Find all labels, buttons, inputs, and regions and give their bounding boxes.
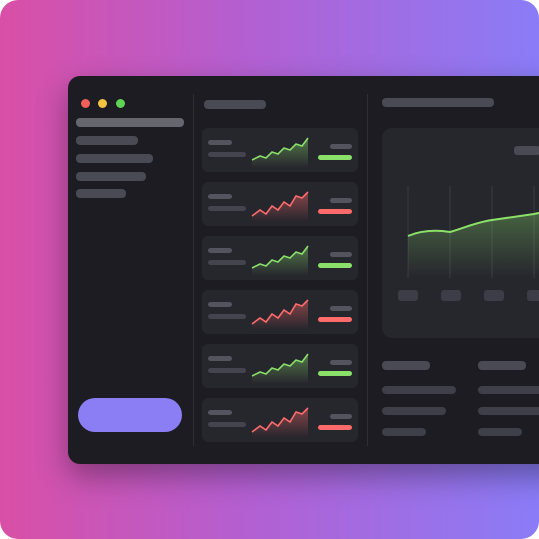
sparkline [251,407,309,438]
asset-value-placeholder [330,360,352,365]
asset-name-placeholder [208,248,232,253]
asset-name-placeholder [208,140,232,145]
stat-line [382,386,456,394]
close-window-dot[interactable] [81,99,90,108]
asset-sub-placeholder [208,206,246,211]
trend-up-indicator [318,155,352,160]
sidebar-item[interactable] [76,136,138,145]
x-axis-tick [527,290,539,301]
asset-name-placeholder [208,410,232,415]
asset-row[interactable] [202,398,358,442]
background-gradient [0,0,539,539]
primary-action-button[interactable] [78,398,182,432]
main-chart-card [382,128,539,338]
sidebar-item[interactable] [76,154,153,163]
stat-heading [478,361,526,370]
x-axis-tick [484,290,504,301]
asset-row[interactable] [202,236,358,280]
asset-row[interactable] [202,344,358,388]
list-title [204,100,266,109]
main-chart-area [408,212,539,278]
zoom-window-dot[interactable] [116,99,125,108]
stat-line [478,428,522,436]
x-axis-tick [441,290,461,301]
sidebar-item-active[interactable] [76,118,184,127]
asset-row[interactable] [202,290,358,334]
asset-value-placeholder [330,252,352,257]
list-divider [367,94,368,446]
asset-value-placeholder [330,144,352,149]
asset-row[interactable] [202,128,358,172]
asset-value-placeholder [330,306,352,311]
x-axis-tick [398,290,418,301]
asset-name-placeholder [208,302,232,307]
sparkline [251,191,309,222]
asset-sub-placeholder [208,368,246,373]
asset-value-placeholder [330,414,352,419]
stat-line [478,386,539,394]
asset-row[interactable] [202,182,358,226]
sidebar-divider [193,94,194,446]
trend-up-indicator [318,263,352,268]
sidebar-item[interactable] [76,172,146,181]
chart-range-selector[interactable] [514,146,539,155]
stat-line [382,407,446,415]
stat-heading [382,361,430,370]
sparkline [251,299,309,330]
asset-sub-placeholder [208,260,246,265]
sparkline [251,245,309,276]
asset-sub-placeholder [208,422,246,427]
trend-down-indicator [318,209,352,214]
sidebar-item[interactable] [76,189,126,198]
asset-sub-placeholder [208,152,246,157]
trend-down-indicator [318,425,352,430]
trend-down-indicator [318,317,352,322]
stat-line [382,428,426,436]
asset-name-placeholder [208,356,232,361]
app-window [68,76,539,464]
asset-name-placeholder [208,194,232,199]
asset-sub-placeholder [208,314,246,319]
asset-value-placeholder [330,198,352,203]
stat-line [478,407,539,415]
detail-title [382,98,494,107]
main-chart [407,186,539,278]
trend-up-indicator [318,371,352,376]
minimize-window-dot[interactable] [98,99,107,108]
sparkline [251,353,309,384]
sparkline [251,137,309,168]
